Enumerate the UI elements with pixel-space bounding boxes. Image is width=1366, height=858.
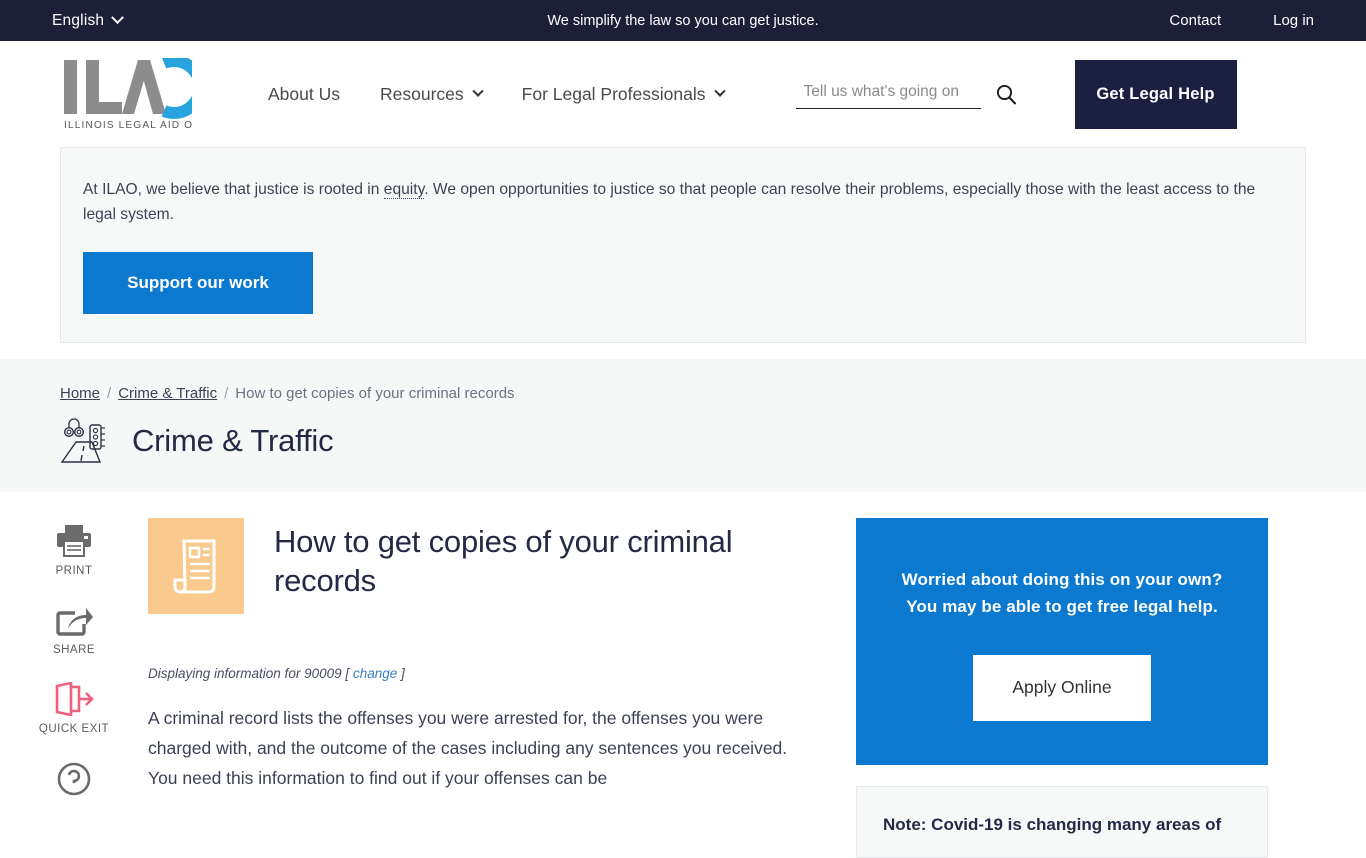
print-icon xyxy=(54,524,94,558)
traffic-road-icon xyxy=(60,418,112,464)
nav-label: For Legal Professionals xyxy=(522,84,706,105)
contact-link[interactable]: Contact xyxy=(1169,12,1221,29)
equity-promo-banner: At ILAO, we believe that justice is root… xyxy=(60,147,1306,343)
document-records-icon xyxy=(170,537,222,595)
share-button[interactable]: SHARE xyxy=(34,603,114,656)
ilao-logo[interactable]: ILLINOIS LEGAL AID ONLINE xyxy=(60,58,192,130)
help-card-line2: You may be able to get free legal help. xyxy=(886,593,1238,621)
breadcrumb-home[interactable]: Home xyxy=(60,385,100,402)
page-title: How to get copies of your criminal recor… xyxy=(274,522,814,602)
zip-prefix: Displaying information for xyxy=(148,666,300,681)
article-icon-tile xyxy=(148,518,244,614)
help-card-line1: Worried about doing this on your own? xyxy=(886,566,1238,594)
promo-region: At ILAO, we believe that justice is root… xyxy=(0,147,1366,343)
tool-label: QUICK EXIT xyxy=(39,723,109,735)
covid-note-card: Note: Covid-19 is changing many areas of xyxy=(856,786,1268,858)
category-band: Home / Crime & Traffic / How to get copi… xyxy=(0,359,1366,492)
language-selector[interactable]: English xyxy=(52,12,122,30)
promo-text: At ILAO, we believe that justice is root… xyxy=(83,177,1273,228)
tool-label: PRINT xyxy=(56,565,93,577)
breadcrumb: Home / Crime & Traffic / How to get copi… xyxy=(60,385,1366,402)
article-header: How to get copies of your criminal recor… xyxy=(148,518,814,614)
article-tool-rail: PRINT SHARE QUICK EXIT xyxy=(34,518,114,858)
breadcrumb-crime-traffic[interactable]: Crime & Traffic xyxy=(118,385,217,402)
quick-exit-button[interactable]: QUICK EXIT xyxy=(34,682,114,735)
nav-label: Resources xyxy=(380,84,464,105)
help-circle-icon xyxy=(56,761,92,797)
help-button[interactable] xyxy=(34,761,114,804)
quick-exit-icon xyxy=(53,682,95,716)
search-input[interactable] xyxy=(796,80,981,109)
apply-online-button[interactable]: Apply Online xyxy=(973,655,1151,721)
utility-links: Contact Log in xyxy=(1169,12,1314,29)
login-link[interactable]: Log in xyxy=(1273,12,1314,29)
search-submit-button[interactable] xyxy=(995,83,1017,105)
covid-note-title: Note: Covid-19 is changing many areas of xyxy=(883,812,1241,838)
zip-code: 90009 xyxy=(304,666,342,681)
main-navigation: About Us Resources For Legal Professiona… xyxy=(268,84,724,105)
utility-topbar: English We simplify the law so you can g… xyxy=(0,0,1366,41)
nav-item-for-legal-professionals[interactable]: For Legal Professionals xyxy=(522,84,724,105)
chevron-down-icon xyxy=(472,86,483,97)
chevron-down-icon xyxy=(714,86,725,97)
zip-bracket-open: [ xyxy=(345,666,349,681)
breadcrumb-current: How to get copies of your criminal recor… xyxy=(235,385,514,402)
promo-text-before: At ILAO, we believe that justice is root… xyxy=(83,181,384,198)
chevron-down-icon xyxy=(111,11,124,24)
svg-text:ILLINOIS LEGAL AID ONLINE: ILLINOIS LEGAL AID ONLINE xyxy=(64,120,192,130)
site-tagline: We simplify the law so you can get justi… xyxy=(0,13,1366,29)
change-zip-link[interactable]: change xyxy=(353,666,397,681)
language-label: English xyxy=(52,12,104,30)
search-area xyxy=(796,80,1017,109)
breadcrumb-separator: / xyxy=(107,385,111,402)
equity-link[interactable]: equity xyxy=(384,181,424,199)
tool-label: SHARE xyxy=(53,644,95,656)
get-legal-help-button[interactable]: Get Legal Help xyxy=(1075,60,1237,129)
legal-help-card: Worried about doing this on your own? Yo… xyxy=(856,518,1268,765)
support-our-work-button[interactable]: Support our work xyxy=(83,252,313,314)
article-body: How to get copies of your criminal recor… xyxy=(114,518,814,858)
zip-bracket-close: ] xyxy=(401,666,405,681)
nav-item-resources[interactable]: Resources xyxy=(380,84,482,105)
zip-context-line: Displaying information for 90009 [ chang… xyxy=(148,666,814,681)
breadcrumb-separator: / xyxy=(224,385,228,402)
article-paragraph: A criminal record lists the offenses you… xyxy=(148,703,814,793)
site-header: ILLINOIS LEGAL AID ONLINE About Us Resou… xyxy=(0,41,1366,147)
print-button[interactable]: PRINT xyxy=(34,524,114,577)
category-title: Crime & Traffic xyxy=(132,423,333,459)
nav-item-about-us[interactable]: About Us xyxy=(268,84,340,105)
category-header: Crime & Traffic xyxy=(60,418,1366,464)
sidebar: Worried about doing this on your own? Yo… xyxy=(856,518,1268,858)
share-icon xyxy=(55,603,93,637)
nav-label: About Us xyxy=(268,84,340,105)
search-icon xyxy=(995,83,1017,105)
main-content: PRINT SHARE QUICK EXIT xyxy=(0,492,1366,858)
